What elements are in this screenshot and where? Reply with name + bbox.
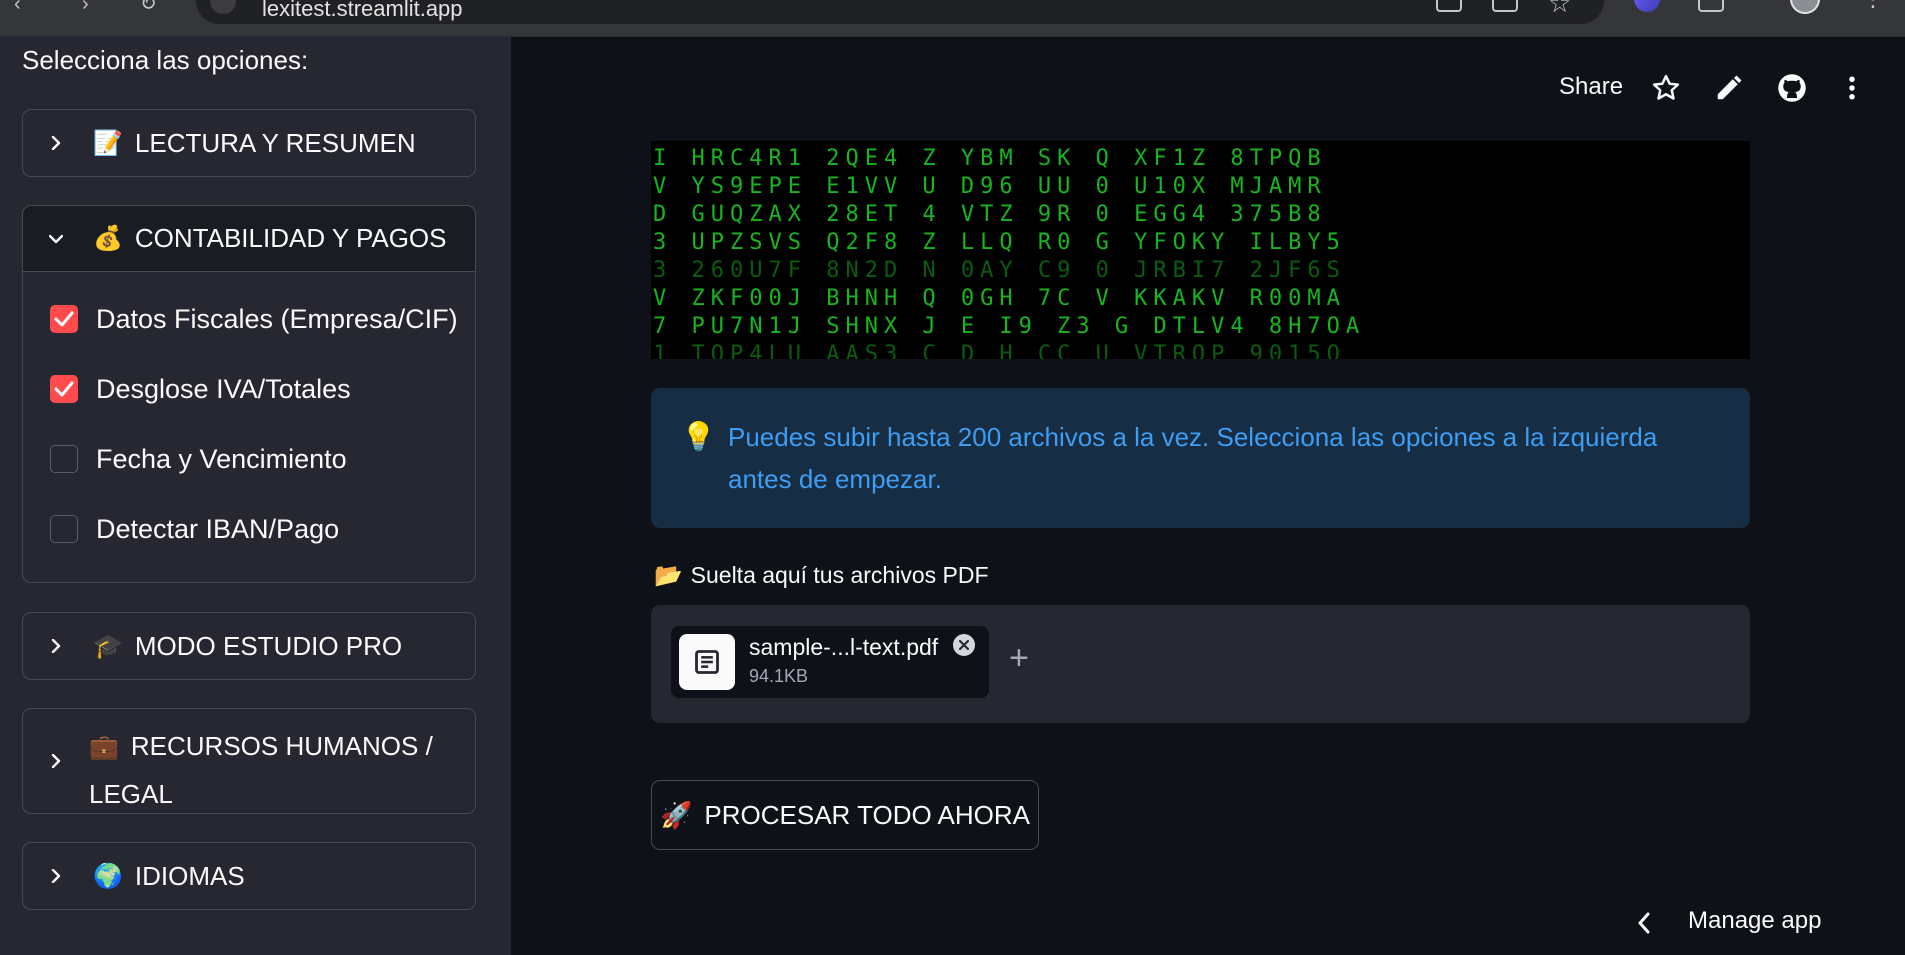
tab-search-icon[interactable] xyxy=(1698,0,1724,12)
process-all-button[interactable]: 🚀 PROCESAR TODO AHORA xyxy=(651,780,1039,850)
globe-icon: 🌍 xyxy=(93,862,123,890)
url-text: lexitest.streamlit.app xyxy=(262,0,463,21)
expander-label: LECTURA Y RESUMEN xyxy=(134,127,416,158)
profile-avatar[interactable] xyxy=(1790,0,1820,14)
expander-body: Datos Fiscales (Empresa/CIF) Desglose IV… xyxy=(23,272,475,582)
checkbox-unchecked[interactable] xyxy=(50,515,78,543)
money-bag-icon: 💰 xyxy=(93,225,123,252)
matrix-row: D GUQZAX 28ET 4 VTZ 9R 0 EGG4 375B8 xyxy=(653,202,1327,227)
matrix-row: V ZKF00J BHNH Q 0GH 7C V KKAKV R00MA xyxy=(653,286,1346,311)
main-content: Share I HRC4R1 2QE4 Z YBM SK Q XF1Z 8TPQ… xyxy=(511,37,1905,955)
process-button-label: PROCESAR TODO AHORA xyxy=(704,799,1030,830)
folder-icon: 📂 xyxy=(654,562,683,588)
back-icon[interactable]: ‹ xyxy=(14,0,30,12)
github-icon[interactable] xyxy=(1777,73,1807,103)
expander-modo-estudio[interactable]: 🎓 MODO ESTUDIO PRO xyxy=(22,612,476,680)
expander-lectura-resumen[interactable]: 📝 LECTURA Y RESUMEN xyxy=(22,109,476,177)
expander-header[interactable]: 💰 CONTABILIDAD Y PAGOS xyxy=(23,206,475,272)
expander-header[interactable]: 💼 RECURSOS HUMANOS / LEGAL xyxy=(23,709,475,813)
uploader-label-text: Suelta aquí tus archivos PDF xyxy=(690,562,989,588)
lightbulb-icon: 💡 xyxy=(681,421,716,452)
checkbox-desglose-iva[interactable]: Desglose IVA/Totales xyxy=(23,354,475,424)
address-bar[interactable]: lexitest.streamlit.app xyxy=(196,0,1604,24)
chevron-right-icon xyxy=(49,639,63,653)
chevron-right-icon xyxy=(49,754,63,768)
graduation-cap-icon: 🎓 xyxy=(93,632,123,660)
checkbox-label: Fecha y Vencimiento xyxy=(96,443,347,474)
chevron-right-icon xyxy=(49,869,63,883)
file-size: 94.1KB xyxy=(749,666,809,686)
chevron-down-icon xyxy=(49,232,63,246)
info-text: Puedes subir hasta 200 archivos a la vez… xyxy=(728,422,1658,494)
expander-idiomas[interactable]: 🌍 IDIOMAS xyxy=(22,842,476,910)
bookmark-star-icon[interactable]: ☆ xyxy=(1548,0,1571,16)
translate-icon[interactable] xyxy=(1436,0,1462,12)
matrix-row: 3 260U7F 8N2D N 0AY C9 0 JRBI7 2JF6S xyxy=(653,258,1346,283)
matrix-banner: I HRC4R1 2QE4 Z YBM SK Q XF1Z 8TPQB V YS… xyxy=(651,141,1750,359)
more-vertical-icon[interactable] xyxy=(1837,73,1867,103)
chevron-right-icon xyxy=(49,136,63,150)
forward-icon[interactable]: › xyxy=(82,0,98,12)
matrix-row: 7 PU7N1J SHNX J E I9 Z3 G DTLV4 8H7OA xyxy=(653,314,1366,339)
site-info-icon[interactable] xyxy=(210,0,236,14)
browser-menu-icon[interactable]: ⋮ xyxy=(1862,0,1884,12)
expander-label-wrap: 💼 RECURSOS HUMANOS / LEGAL xyxy=(89,723,445,817)
expander-label: IDIOMAS xyxy=(134,860,245,891)
add-file-button[interactable]: + xyxy=(1009,641,1029,675)
checkbox-label: Detectar IBAN/Pago xyxy=(96,513,340,544)
info-alert: 💡 Puedes subir hasta 200 archivos a la v… xyxy=(651,388,1750,528)
memo-icon: 📝 xyxy=(93,129,123,157)
checkbox-label: Datos Fiscales (Empresa/CIF) xyxy=(96,303,458,334)
matrix-row: 1 TOP4LU AAS3 C D H CC U VTROP 9015O xyxy=(653,342,1346,359)
reload-icon[interactable]: ↻ xyxy=(140,0,156,12)
expander-recursos-humanos[interactable]: 💼 RECURSOS HUMANOS / LEGAL xyxy=(22,708,476,814)
pencil-icon[interactable] xyxy=(1714,73,1744,103)
sidebar: Selecciona las opciones: 📝 LECTURA Y RES… xyxy=(0,37,511,955)
checkbox-label: Desglose IVA/Totales xyxy=(96,373,351,404)
chevron-left-icon[interactable] xyxy=(1636,912,1652,939)
uploaded-file-chip: sample-...l-text.pdf 94.1KB xyxy=(671,626,989,698)
checkbox-checked[interactable] xyxy=(50,305,78,333)
file-name: sample-...l-text.pdf xyxy=(749,634,939,660)
matrix-row: I HRC4R1 2QE4 Z YBM SK Q XF1Z 8TPQB xyxy=(653,146,1327,171)
expander-label: MODO ESTUDIO PRO xyxy=(134,630,403,661)
checkbox-unchecked[interactable] xyxy=(50,445,78,473)
cast-icon[interactable] xyxy=(1492,0,1518,12)
expander-header[interactable]: 🌍 IDIOMAS xyxy=(23,843,475,909)
sidebar-hint: Selecciona las opciones: xyxy=(22,45,309,75)
document-icon xyxy=(679,634,735,690)
checkbox-datos-fiscales[interactable]: Datos Fiscales (Empresa/CIF) xyxy=(23,284,475,354)
expander-contabilidad-pagos[interactable]: 💰 CONTABILIDAD Y PAGOS Datos Fiscales (E… xyxy=(22,205,476,583)
checkbox-fecha-vencimiento[interactable]: Fecha y Vencimiento xyxy=(23,424,475,494)
uploader-label: 📂 Suelta aquí tus archivos PDF xyxy=(654,562,989,589)
expander-header[interactable]: 📝 LECTURA Y RESUMEN xyxy=(23,110,475,176)
extension-icon[interactable] xyxy=(1634,0,1660,12)
expander-label: RECURSOS HUMANOS / LEGAL xyxy=(89,731,433,809)
remove-file-icon[interactable] xyxy=(953,634,975,656)
briefcase-icon: 💼 xyxy=(89,734,119,761)
browser-toolbar: ‹ › ↻ lexitest.streamlit.app ☆ ⋮ xyxy=(0,0,1905,37)
rocket-icon: 🚀 xyxy=(660,799,693,830)
matrix-row: V YS9EPE E1VV U D96 UU 0 U10X MJAMR xyxy=(653,174,1327,199)
expander-header[interactable]: 🎓 MODO ESTUDIO PRO xyxy=(23,613,475,679)
file-dropzone[interactable]: sample-...l-text.pdf 94.1KB + xyxy=(651,605,1750,723)
matrix-row: 3 UPZSVS Q2F8 Z LLQ R0 G YFOKY ILBY5 xyxy=(653,230,1346,255)
manage-app-button[interactable]: Manage app xyxy=(1688,907,1821,935)
star-icon[interactable] xyxy=(1651,73,1681,103)
expander-label: CONTABILIDAD Y PAGOS xyxy=(134,223,447,253)
share-button[interactable]: Share xyxy=(1559,73,1623,101)
checkbox-detectar-iban[interactable]: Detectar IBAN/Pago xyxy=(23,494,475,564)
checkbox-checked[interactable] xyxy=(50,375,78,403)
